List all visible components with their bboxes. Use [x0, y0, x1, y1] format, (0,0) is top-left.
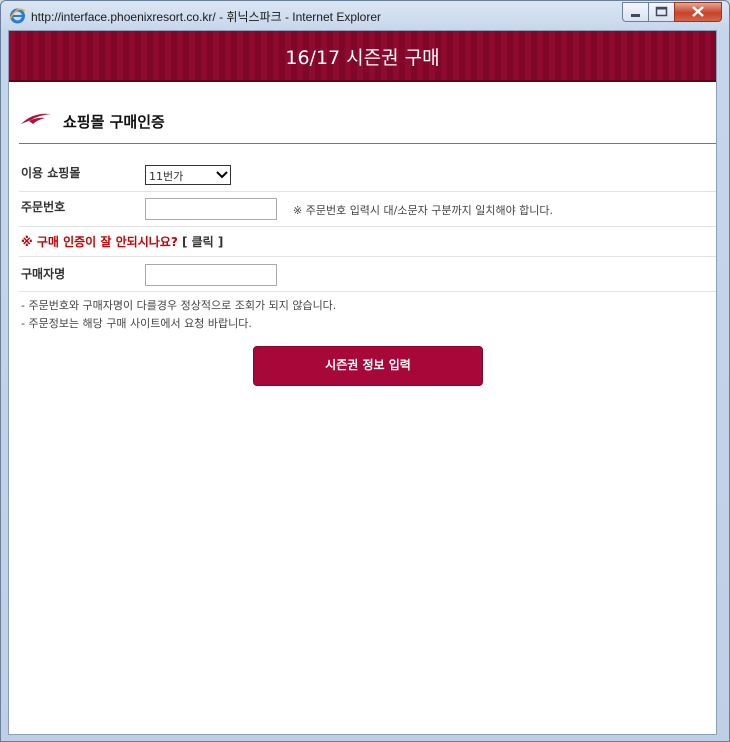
info-line-2: - 주문정보는 해당 구매 사이트에서 요청 바랍니다. [21, 317, 252, 330]
window-title: http://interface.phoenixresort.co.kr/ - … [31, 10, 381, 24]
buyer-row: 구매자명 [19, 257, 716, 292]
chevron-down-icon [216, 171, 228, 179]
help-row: ※ 구매 인증이 잘 안되시나요? [ 클릭 ] [19, 227, 716, 257]
maximize-icon [655, 6, 668, 17]
close-icon [692, 6, 704, 17]
help-text: ※ 구매 인증이 잘 안되시나요? [21, 235, 178, 249]
mall-label: 이용 쇼핑몰 [21, 166, 81, 180]
buyer-label: 구매자명 [21, 267, 66, 281]
mall-select[interactable]: 11번가 [145, 165, 231, 185]
section-heading: 쇼핑몰 구매인증 [19, 109, 716, 144]
season-pass-info-button[interactable]: 시즌권 정보 입력 [253, 346, 483, 386]
mall-selected-value: 11번가 [149, 170, 184, 183]
order-note: ※ 주문번호 입력시 대/소문자 구분까지 일치해야 합니다. [293, 204, 554, 217]
page-header: 16/17 시즌권 구매 [9, 31, 716, 82]
page-title: 16/17 시즌권 구매 [285, 47, 440, 69]
info-line-1: - 주문번호와 구매자명이 다를경우 정상적으로 조회가 되지 않습니다. [21, 299, 337, 312]
minimize-icon [631, 14, 640, 17]
help-click-link[interactable]: [ 클릭 ] [182, 235, 223, 249]
info-notes: - 주문번호와 구매자명이 다를경우 정상적으로 조회가 되지 않습니다. - … [21, 297, 336, 333]
section-title: 쇼핑몰 구매인증 [63, 113, 165, 131]
maximize-button[interactable] [648, 2, 675, 22]
close-button[interactable] [674, 2, 722, 22]
mall-row: 이용 쇼핑몰 11번가 [19, 155, 716, 192]
buyer-name-input[interactable] [145, 264, 277, 286]
order-row: 주문번호 ※ 주문번호 입력시 대/소문자 구분까지 일치해야 합니다. [19, 192, 716, 227]
page-content: 16/17 시즌권 구매 쇼핑몰 구매인증 이용 쇼핑몰 11번가 주문번호 ※… [8, 30, 717, 735]
ie-window: http://interface.phoenixresort.co.kr/ - … [0, 0, 730, 742]
order-label: 주문번호 [21, 200, 66, 214]
help-row-content: ※ 구매 인증이 잘 안되시나요? [ 클릭 ] [21, 233, 223, 250]
ie-logo-icon [9, 8, 26, 24]
swoosh-logo-icon [21, 113, 51, 124]
title-bar[interactable]: http://interface.phoenixresort.co.kr/ - … [1, 1, 729, 30]
order-number-input[interactable] [145, 198, 277, 220]
minimize-button[interactable] [622, 2, 649, 22]
